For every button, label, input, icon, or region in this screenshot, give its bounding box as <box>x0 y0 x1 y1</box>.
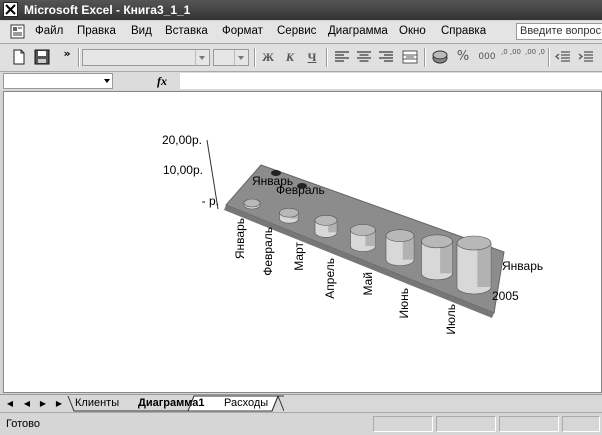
category-axis-label: Март <box>292 242 306 271</box>
status-text: Готово <box>6 418 40 430</box>
prev-sheet-icon[interactable]: ◀ <box>22 399 32 409</box>
cylinder-bar <box>385 229 415 266</box>
chart-3d-cylinder[interactable]: 20,00р.10,00р.- р. ЯнварьФевраль Январь Ф… <box>4 92 601 392</box>
status-bar: Готово <box>0 412 602 435</box>
cylinder-top <box>243 198 261 208</box>
value-axis-tick-label: 10,00р. <box>163 163 203 177</box>
bold-button[interactable]: Ж <box>259 48 277 66</box>
cylinder-top <box>421 234 453 249</box>
align-left-icon[interactable] <box>333 48 351 66</box>
cylinder-bar <box>421 234 453 281</box>
status-pane <box>436 416 496 432</box>
category-axis-label: Апрель <box>323 258 337 299</box>
next-sheet-icon[interactable]: ▶ <box>38 399 48 409</box>
value-axis-tick-label: 20,00р. <box>162 133 202 147</box>
category-axis-label: Июнь <box>397 288 411 319</box>
sheet-tab-clients[interactable]: Клиенты <box>75 396 119 411</box>
value-axis-ticks: 20,00р. 10,00р. - р. <box>162 133 219 208</box>
excel-app-icon[interactable] <box>3 2 18 17</box>
menu-insert[interactable]: Вставка <box>165 25 208 37</box>
italic-button[interactable]: К <box>281 48 299 66</box>
toolbar: » Ж К Ч % 000 ,0 ,00 ,00 ,0 <box>0 44 602 72</box>
toolbar-separator <box>326 48 328 67</box>
chart-sheet[interactable]: 20,00р. 10,00р. - р. Январь Февраль Январь Ф… <box>3 91 602 393</box>
cylinder-top <box>350 224 376 236</box>
menu-window[interactable]: Окно <box>399 25 426 37</box>
formula-bar: fx <box>0 72 602 90</box>
cylinder-top <box>385 229 415 242</box>
value-axis-tick-label: - р. <box>202 194 219 208</box>
menu-help[interactable]: Справка <box>441 25 486 37</box>
menu-bar: Файл Правка Вид Вставка Формат Сервис Ди… <box>0 21 602 44</box>
category-axis-label: Февраль <box>261 227 275 276</box>
depth-axis-front-label: Январь <box>502 259 543 273</box>
cylinder-bar <box>456 235 492 295</box>
menu-file[interactable]: Файл <box>35 25 63 37</box>
cylinder-top <box>279 207 299 218</box>
category-axis-label: Январь <box>233 218 247 259</box>
save-icon[interactable] <box>33 48 51 66</box>
menu-format[interactable]: Формат <box>222 25 263 37</box>
menu-edit[interactable]: Правка <box>77 25 116 37</box>
menu-chart[interactable]: Диаграмма <box>328 25 388 37</box>
insert-function-button[interactable]: fx <box>157 74 167 89</box>
series-marker <box>297 183 307 189</box>
decrease-indent-icon[interactable] <box>554 48 572 66</box>
formula-input[interactable] <box>180 73 602 89</box>
toolbar-overflow-chevron[interactable]: » <box>58 45 76 63</box>
window-title: Microsoft Excel - Книга3_1_1 <box>24 3 191 17</box>
thousands-separator-button[interactable]: 000 <box>476 48 498 66</box>
cylinder-bar <box>279 207 299 224</box>
increase-decimal-button[interactable]: ,0 ,00 <box>500 48 522 66</box>
sheet-tab-chart1[interactable]: Диаграмма1 <box>138 396 205 411</box>
cylinder-bar <box>243 198 261 210</box>
menu-view[interactable]: Вид <box>131 25 152 37</box>
menu-tools[interactable]: Сервис <box>277 25 316 37</box>
title-bar: Microsoft Excel - Книга3_1_1 <box>0 0 602 20</box>
category-axis-label: Май <box>361 272 375 296</box>
help-question-input[interactable]: Введите вопрос <box>516 23 602 40</box>
first-sheet-icon[interactable]: ◀ <box>5 399 15 409</box>
name-box[interactable] <box>3 73 113 89</box>
category-axis-label: Июль <box>444 304 458 335</box>
status-pane <box>562 416 600 432</box>
sheet-tabs-bar: ◀ ◀ ▶ ▶ Клиенты Диаграмма1 Расходы <box>0 394 602 412</box>
chevron-down-icon[interactable] <box>234 50 248 65</box>
excel-window: Microsoft Excel - Книга3_1_1 Файл Правка… <box>0 0 602 435</box>
toolbar-separator <box>254 48 256 67</box>
chevron-down-icon[interactable] <box>195 50 209 65</box>
increase-indent-icon[interactable] <box>577 48 595 66</box>
depth-axis-front-label: 2005 <box>492 289 519 303</box>
new-document-icon[interactable] <box>10 48 28 66</box>
workbook-icon[interactable] <box>10 24 25 39</box>
sheet-tab-expenses[interactable]: Расходы <box>224 396 268 411</box>
cylinder-top <box>456 235 492 251</box>
align-right-icon[interactable] <box>377 48 395 66</box>
cylinder-top <box>314 215 338 226</box>
status-pane <box>499 416 559 432</box>
underline-button[interactable]: Ч <box>303 48 321 66</box>
chevron-down-icon[interactable] <box>104 79 110 83</box>
cylinder-bar <box>314 215 338 238</box>
font-name-combo[interactable] <box>82 49 210 66</box>
decrease-decimal-button[interactable]: ,00 ,0 <box>524 48 546 66</box>
align-center-icon[interactable] <box>355 48 373 66</box>
font-size-combo[interactable] <box>213 49 249 66</box>
last-sheet-icon[interactable]: ▶ <box>54 399 64 409</box>
status-pane <box>373 416 433 432</box>
currency-format-icon[interactable] <box>431 48 449 66</box>
cylinder-bar <box>350 224 376 252</box>
toolbar-separator <box>78 48 80 67</box>
percent-style-button[interactable]: % <box>454 48 472 66</box>
merge-center-icon[interactable] <box>401 48 419 66</box>
series-marker <box>271 170 281 176</box>
toolbar-separator <box>424 48 426 67</box>
toolbar-separator <box>548 48 550 67</box>
